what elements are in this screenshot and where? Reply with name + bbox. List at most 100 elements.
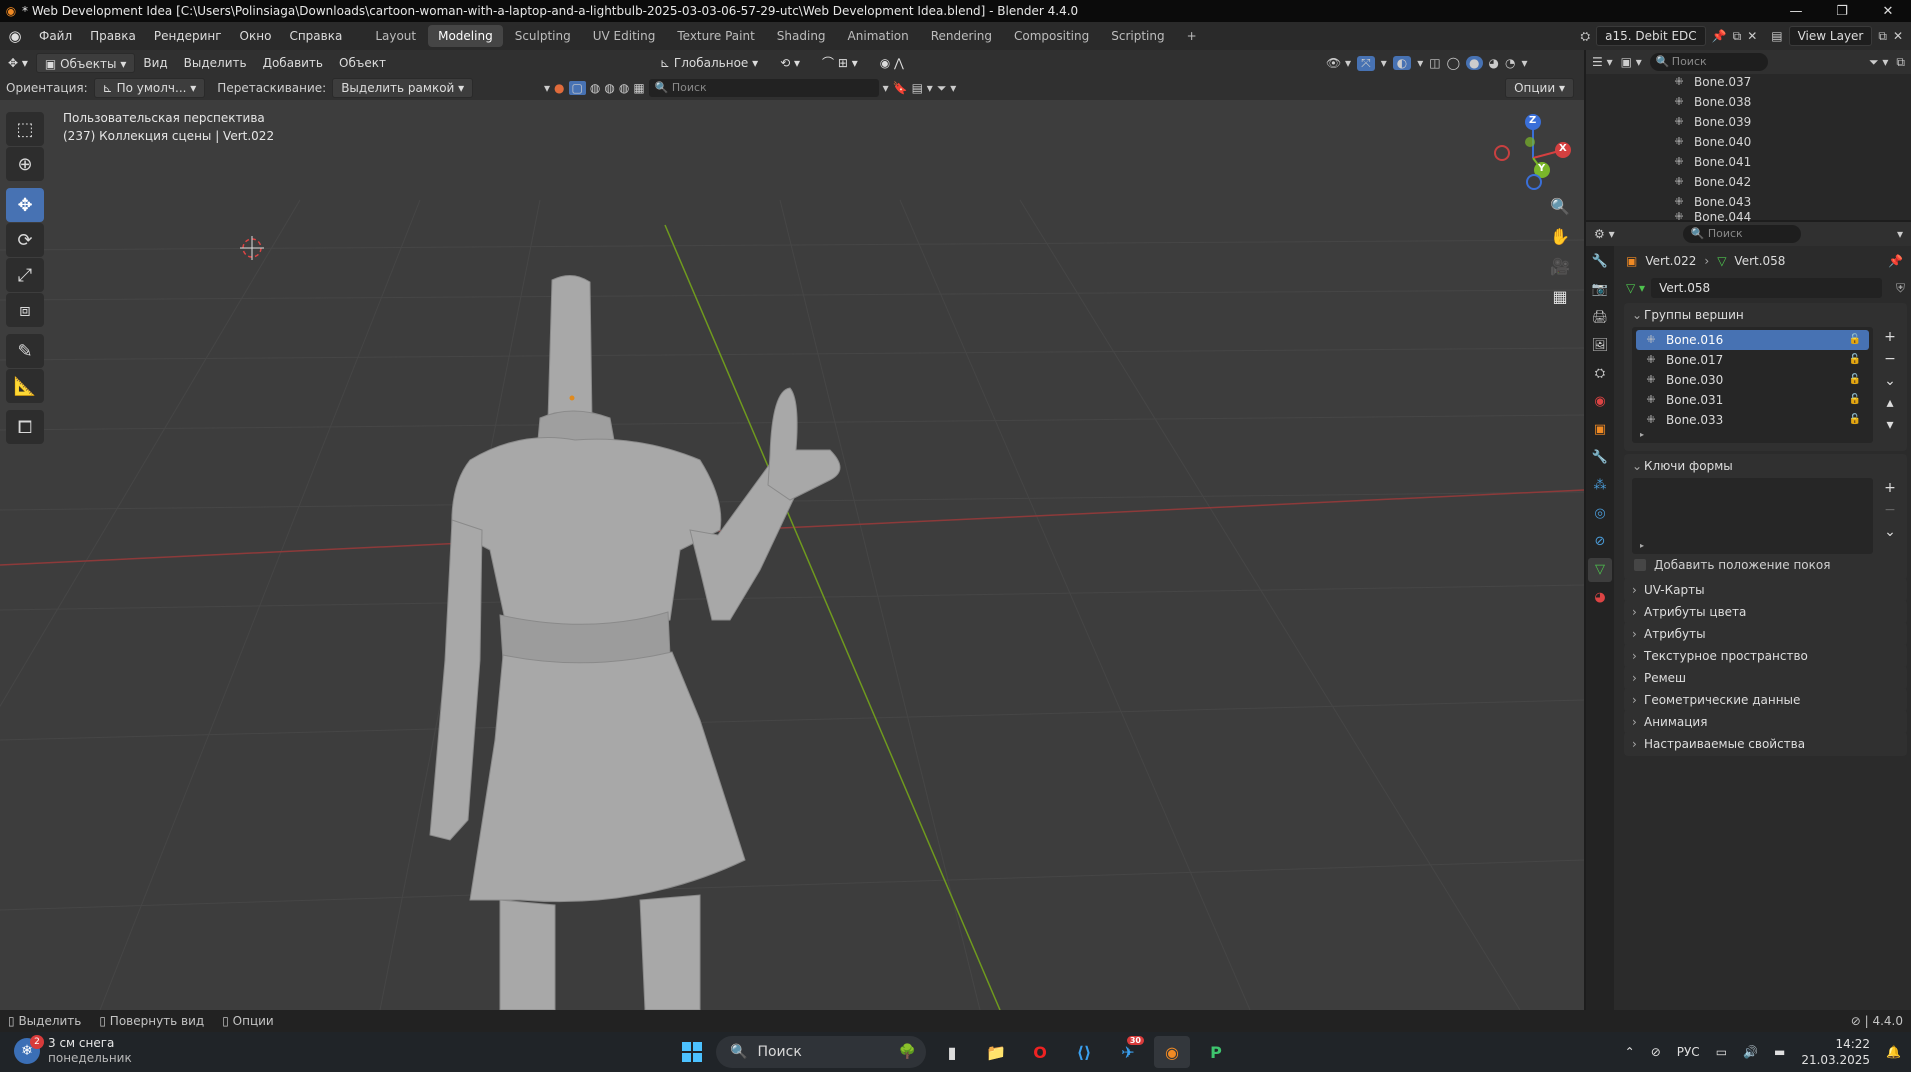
menu-render[interactable]: Рендеринг: [145, 22, 231, 50]
add-rest-position-row[interactable]: Добавить положение покоя: [1624, 554, 1907, 576]
visibility-icon[interactable]: 👁 ▾: [1326, 56, 1351, 70]
dropdown-icon[interactable]: ▾: [883, 81, 889, 95]
tab-layout[interactable]: Layout: [365, 25, 426, 47]
collapsed-panel-header[interactable]: › Атрибуты: [1624, 622, 1907, 646]
collapsed-panel-header[interactable]: › Геометрические данные: [1624, 688, 1907, 712]
vertex-group-row[interactable]: ⁜ Bone.030 🔓: [1636, 370, 1869, 390]
menu-view[interactable]: Вид: [135, 53, 175, 73]
shape-keys-list[interactable]: ▸ + − ⌄: [1632, 478, 1896, 554]
outliner-bone-row[interactable]: ⁜ Bone.038: [1586, 92, 1911, 112]
volume-icon[interactable]: 🔊: [1743, 1045, 1758, 1059]
particles-tab-icon[interactable]: ⁂: [1588, 474, 1612, 498]
vertex-group-specials-button[interactable]: ⌄: [1879, 371, 1901, 391]
tab-scripting[interactable]: Scripting: [1101, 25, 1174, 47]
menu-file[interactable]: Файл: [30, 22, 81, 50]
unlock-icon[interactable]: 🔓: [1849, 390, 1861, 410]
menu-edit[interactable]: Правка: [81, 22, 145, 50]
unlock-icon[interactable]: 🔓: [1849, 370, 1861, 390]
mode-dropdown[interactable]: ▣ Объекты ▾: [35, 53, 136, 73]
collapsed-panel-header[interactable]: › Настраиваемые свойства: [1624, 732, 1907, 756]
display-mode-icon[interactable]: ▤ ▾: [912, 81, 933, 95]
bookmark-icon[interactable]: 🔖: [893, 81, 908, 95]
pivot-point-icon[interactable]: ⟲ ▾: [772, 53, 808, 73]
new-view-layer-icon[interactable]: ⧉: [1878, 29, 1887, 44]
gizmo-z-label[interactable]: Z: [1529, 115, 1536, 126]
gizmo-y-label[interactable]: Y: [1538, 163, 1545, 174]
outliner-search-input[interactable]: 🔍 Поиск: [1649, 53, 1768, 71]
collapsed-panel-header[interactable]: › Текстурное пространство: [1624, 644, 1907, 668]
vertex-group-row[interactable]: ⁜ Bone.017 🔓: [1636, 350, 1869, 370]
menu-object[interactable]: Объект: [331, 53, 394, 73]
collapsed-panel-header[interactable]: › Ремеш: [1624, 666, 1907, 690]
transform-orientation-dropdown[interactable]: ⊾ Глобальное ▾: [652, 53, 766, 73]
xray-toggle-icon[interactable]: ◫: [1429, 56, 1440, 70]
snap-icon[interactable]: ⌒ ⊞ ▾: [814, 53, 866, 73]
mesh-data-tab-icon[interactable]: ▽: [1588, 558, 1612, 582]
unlock-icon[interactable]: 🔓: [1849, 350, 1861, 370]
scene-tab-icon[interactable]: ⛭: [1588, 362, 1612, 386]
funnel-icon[interactable]: ⏷ ▾: [937, 81, 956, 96]
pin-scene-icon[interactable]: 📌: [1712, 29, 1727, 43]
move-tool-icon[interactable]: ✥: [6, 188, 44, 222]
menu-select[interactable]: Выделить: [176, 53, 255, 73]
wireframe-shading-icon[interactable]: ◯: [1447, 56, 1460, 70]
language-indicator[interactable]: РУС: [1677, 1045, 1700, 1059]
collapsed-panel-header[interactable]: › Анимация: [1624, 710, 1907, 734]
transform-tool-icon[interactable]: ⧈: [6, 293, 44, 327]
add-workspace-button[interactable]: +: [1177, 25, 1207, 47]
add-shape-key-button[interactable]: +: [1879, 478, 1901, 498]
gizmo-dropdown-icon[interactable]: ▾: [1381, 56, 1387, 70]
list-expand-icon[interactable]: ▸: [1640, 541, 1644, 550]
new-collection-icon[interactable]: ⧉: [1896, 55, 1905, 70]
color-filter-icon[interactable]: ●: [554, 81, 564, 95]
new-scene-icon[interactable]: ⧉: [1733, 29, 1742, 44]
select-box-tool-icon[interactable]: ⬚: [6, 112, 44, 146]
unlock-icon[interactable]: 🔓: [1849, 410, 1861, 430]
view-layer-tab-icon[interactable]: 🖼: [1588, 334, 1612, 358]
asset-search-field[interactable]: 🔍 Поиск: [648, 79, 879, 97]
scene-name-field[interactable]: a15. Debit EDC: [1596, 26, 1706, 46]
network-icon[interactable]: ⊘: [1651, 1045, 1661, 1059]
rendered-shading-icon[interactable]: ◔: [1505, 56, 1515, 70]
options-dropdown[interactable]: Опции ▾: [1505, 78, 1574, 98]
rotate-tool-icon[interactable]: ⟳: [6, 223, 44, 257]
render-tab-icon[interactable]: 📷: [1588, 278, 1612, 302]
delete-scene-icon[interactable]: ✕: [1747, 29, 1757, 43]
battery-icon[interactable]: ▬: [1774, 1045, 1785, 1059]
scale-tool-icon[interactable]: ⤢: [6, 258, 44, 292]
shape-keys-header[interactable]: ⌄ Ключи формы: [1624, 454, 1907, 478]
physics-tab-icon[interactable]: ◎: [1588, 502, 1612, 526]
vertex-group-row[interactable]: ⁜ Bone.016 🔓: [1636, 330, 1869, 350]
remove-shape-key-button[interactable]: −: [1879, 500, 1901, 520]
vertex-group-row[interactable]: ⁜ Bone.033 🔓: [1636, 410, 1869, 430]
overlay-dropdown-icon[interactable]: ▾: [1417, 56, 1423, 70]
camera-view-icon[interactable]: 🎥: [1546, 252, 1574, 280]
properties-options-icon[interactable]: ▾: [1897, 227, 1903, 241]
close-window-button[interactable]: ✕: [1865, 4, 1911, 19]
tool-tab-icon[interactable]: 🔧: [1588, 250, 1612, 274]
outliner-bone-row[interactable]: ⁜ Bone.044: [1586, 212, 1911, 222]
unlock-icon[interactable]: 🔓: [1849, 330, 1861, 350]
minimize-button[interactable]: —: [1773, 4, 1819, 19]
delete-view-layer-icon[interactable]: ✕: [1893, 29, 1903, 43]
zoom-icon[interactable]: 🔍: [1546, 192, 1574, 220]
file-explorer-icon[interactable]: 📁: [978, 1036, 1014, 1068]
outliner-bone-row[interactable]: ⁜ Bone.039: [1586, 112, 1911, 132]
windows-start-icon[interactable]: [676, 1036, 708, 1068]
outliner-bone-row[interactable]: ⁜ Bone.041: [1586, 152, 1911, 172]
task-view-icon[interactable]: ▮: [934, 1036, 970, 1068]
filter-dropdown-icon[interactable]: ▾: [544, 81, 550, 95]
display-mode-icon[interactable]: ▣ ▾: [1621, 55, 1642, 69]
weather-widget[interactable]: ❄ 2 3 см снега понедельник: [14, 1035, 132, 1066]
vertex-group-row[interactable]: ⁜ Bone.031 🔓: [1636, 390, 1869, 410]
outliner-bone-row[interactable]: ⁜ Bone.037: [1586, 72, 1911, 92]
tab-animation[interactable]: Animation: [838, 25, 919, 47]
shading-dropdown-icon[interactable]: ▾: [1521, 56, 1527, 70]
menu-window[interactable]: Окно: [231, 22, 281, 50]
outliner-editor-icon[interactable]: ☰ ▾: [1592, 55, 1613, 69]
material-shading-icon[interactable]: ◕: [1489, 56, 1499, 70]
tray-chevron-icon[interactable]: ⌃: [1625, 1045, 1635, 1059]
move-down-button[interactable]: ▾: [1879, 415, 1901, 435]
sphere-icon-2[interactable]: ◍: [604, 81, 614, 95]
overlay-toggle-icon[interactable]: ◐: [1392, 56, 1412, 70]
